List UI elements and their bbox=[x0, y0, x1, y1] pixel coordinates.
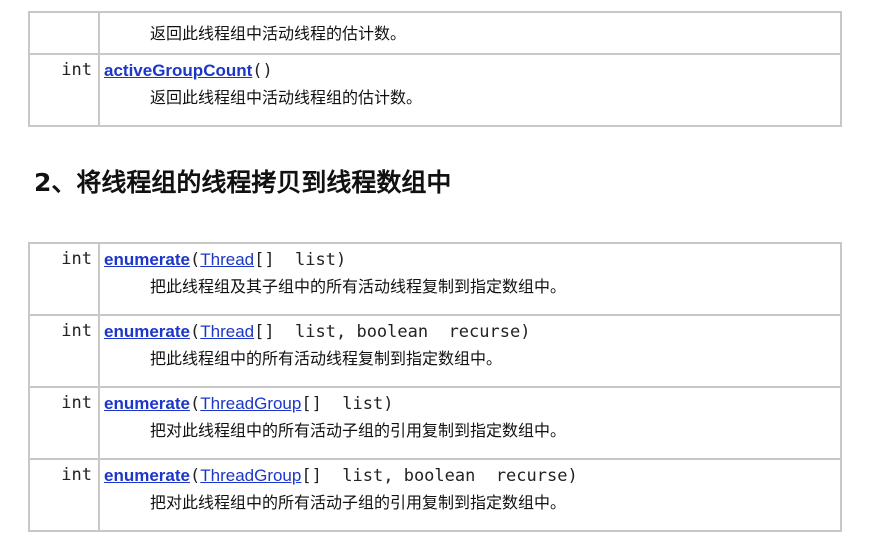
params-text: [] list, boolean recurse) bbox=[254, 322, 531, 342]
method-signature: activeGroupCount() bbox=[104, 61, 840, 85]
table-row: int enumerate(ThreadGroup[] list, boolea… bbox=[30, 458, 840, 530]
method-description: 把此线程组中的所有活动线程复制到指定数组中。 bbox=[150, 349, 503, 368]
table-row: int enumerate(Thread[] list, boolean rec… bbox=[30, 314, 840, 386]
method-cell: activeGroupCount() 返回此线程组中活动线程组的估计数。 bbox=[100, 55, 840, 125]
paren-open: ( bbox=[189, 394, 201, 414]
method-description: 把此线程组及其子组中的所有活动线程复制到指定数组中。 bbox=[150, 277, 567, 296]
table-row: int activeGroupCount() 返回此线程组中活动线程组的估计数。 bbox=[30, 53, 840, 125]
return-type: int bbox=[30, 55, 100, 125]
table-row: int enumerate(Thread[] list) 把此线程组及其子组中的… bbox=[30, 244, 840, 314]
method-link-enumerate[interactable]: enumerate bbox=[104, 466, 190, 485]
method-link-activeGroupCount[interactable]: activeGroupCount bbox=[104, 61, 252, 80]
method-description: 把对此线程组中的所有活动子组的引用复制到指定数组中。 bbox=[150, 421, 567, 440]
method-description: 返回此线程组中活动线程的估计数。 bbox=[150, 24, 407, 43]
class-link-thread[interactable]: Thread bbox=[200, 250, 254, 269]
return-type: int bbox=[30, 316, 100, 386]
method-cell: 返回此线程组中活动线程的估计数。 bbox=[100, 13, 840, 53]
params-text: [] list) bbox=[301, 394, 394, 414]
method-cell: enumerate(Thread[] list, boolean recurse… bbox=[100, 316, 840, 386]
method-description: 返回此线程组中活动线程组的估计数。 bbox=[150, 88, 423, 107]
method-link-enumerate[interactable]: enumerate bbox=[104, 322, 190, 341]
return-type bbox=[30, 13, 100, 53]
method-signature: enumerate(Thread[] list) bbox=[104, 250, 840, 274]
table-row: 返回此线程组中活动线程的估计数。 bbox=[30, 13, 840, 53]
method-link-enumerate[interactable]: enumerate bbox=[104, 394, 190, 413]
paren-open: ( bbox=[189, 250, 201, 270]
method-signature: enumerate(ThreadGroup[] list, boolean re… bbox=[104, 466, 840, 490]
method-cell: enumerate(ThreadGroup[] list) 把对此线程组中的所有… bbox=[100, 388, 840, 458]
params-text: [] list) bbox=[254, 250, 347, 270]
method-signature: enumerate(ThreadGroup[] list) bbox=[104, 394, 840, 418]
table-row: int enumerate(ThreadGroup[] list) 把对此线程组… bbox=[30, 386, 840, 458]
params-text: [] list, boolean recurse) bbox=[301, 466, 578, 486]
params-text: () bbox=[252, 61, 273, 81]
return-type: int bbox=[30, 460, 100, 530]
method-signature: enumerate(Thread[] list, boolean recurse… bbox=[104, 322, 840, 346]
class-link-threadgroup[interactable]: ThreadGroup bbox=[200, 394, 301, 413]
method-link-enumerate[interactable]: enumerate bbox=[104, 250, 190, 269]
method-summary-table-enumerate: int enumerate(Thread[] list) 把此线程组及其子组中的… bbox=[28, 242, 842, 532]
return-type: int bbox=[30, 244, 100, 314]
return-type: int bbox=[30, 388, 100, 458]
section-heading: 2、将线程组的线程拷贝到线程数组中 bbox=[34, 168, 452, 197]
method-cell: enumerate(ThreadGroup[] list, boolean re… bbox=[100, 460, 840, 530]
method-description: 把对此线程组中的所有活动子组的引用复制到指定数组中。 bbox=[150, 493, 567, 512]
paren-open: ( bbox=[189, 322, 201, 342]
paren-open: ( bbox=[189, 466, 201, 486]
method-cell: enumerate(Thread[] list) 把此线程组及其子组中的所有活动… bbox=[100, 244, 840, 314]
class-link-thread[interactable]: Thread bbox=[200, 322, 254, 341]
class-link-threadgroup[interactable]: ThreadGroup bbox=[200, 466, 301, 485]
method-summary-table-top: 返回此线程组中活动线程的估计数。 int activeGroupCount() … bbox=[28, 11, 842, 127]
